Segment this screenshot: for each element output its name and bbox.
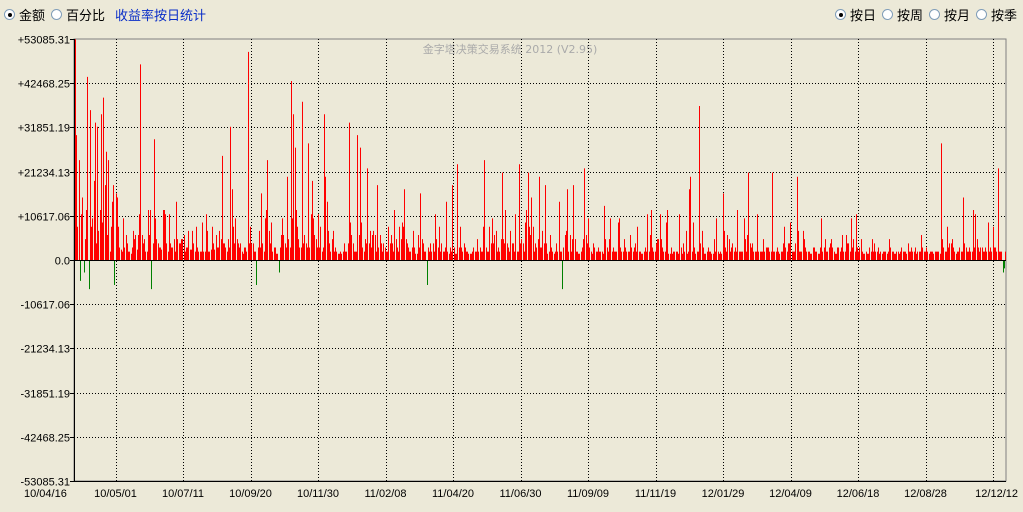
watermark-text: 金字塔决策交易系统 2012 (V2.95) xyxy=(423,42,598,56)
y-tick-label: 0.0 xyxy=(55,256,70,268)
y-tick-label: -21234.13 xyxy=(20,344,70,356)
app-window: 金额 百分比 收益率按日统计 按日 按周 按月 按季 金字塔决策交易系统 201… xyxy=(0,0,1023,512)
x-tick-label: 12/06/18 xyxy=(837,488,880,500)
x-tick-label: 12/01/29 xyxy=(702,488,745,500)
x-tick-label: 11/02/08 xyxy=(364,488,406,500)
y-tick-label: +21234.13 xyxy=(18,168,70,180)
x-tick-label: 12/04/09 xyxy=(769,488,812,500)
y-tick-label: +31851.19 xyxy=(18,123,70,135)
daily-return-chart: 金字塔决策交易系统 2012 (V2.95) +53085.31 +42468.25… xyxy=(18,35,1018,501)
x-tick-label: 10/05/01 xyxy=(94,488,137,500)
x-tick-label: 10/04/16 xyxy=(24,488,67,500)
y-tick-label: -31851.19 xyxy=(20,389,70,401)
x-tick-label: 10/07/11 xyxy=(162,488,204,500)
x-tick-label: 10/11/30 xyxy=(297,488,339,500)
y-tick-label: +42468.25 xyxy=(18,79,70,91)
x-tick-label: 11/11/19 xyxy=(635,488,676,500)
y-tick-label: +53085.31 xyxy=(18,35,70,47)
x-tick-label: 11/06/30 xyxy=(499,488,541,500)
x-tick-label: 12/08/28 xyxy=(904,488,947,500)
x-tick-label: 11/04/20 xyxy=(432,488,474,500)
y-tick-label: -42468.25 xyxy=(20,433,70,445)
y-tick-label: -53085.31 xyxy=(20,477,70,489)
y-tick-label: -10617.06 xyxy=(20,300,70,312)
x-tick-label: 12/12/12 xyxy=(975,488,1018,500)
x-tick-label: 11/09/09 xyxy=(567,488,609,500)
x-tick-label: 10/09/20 xyxy=(229,488,272,500)
y-tick-label: +10617.06 xyxy=(18,212,70,224)
